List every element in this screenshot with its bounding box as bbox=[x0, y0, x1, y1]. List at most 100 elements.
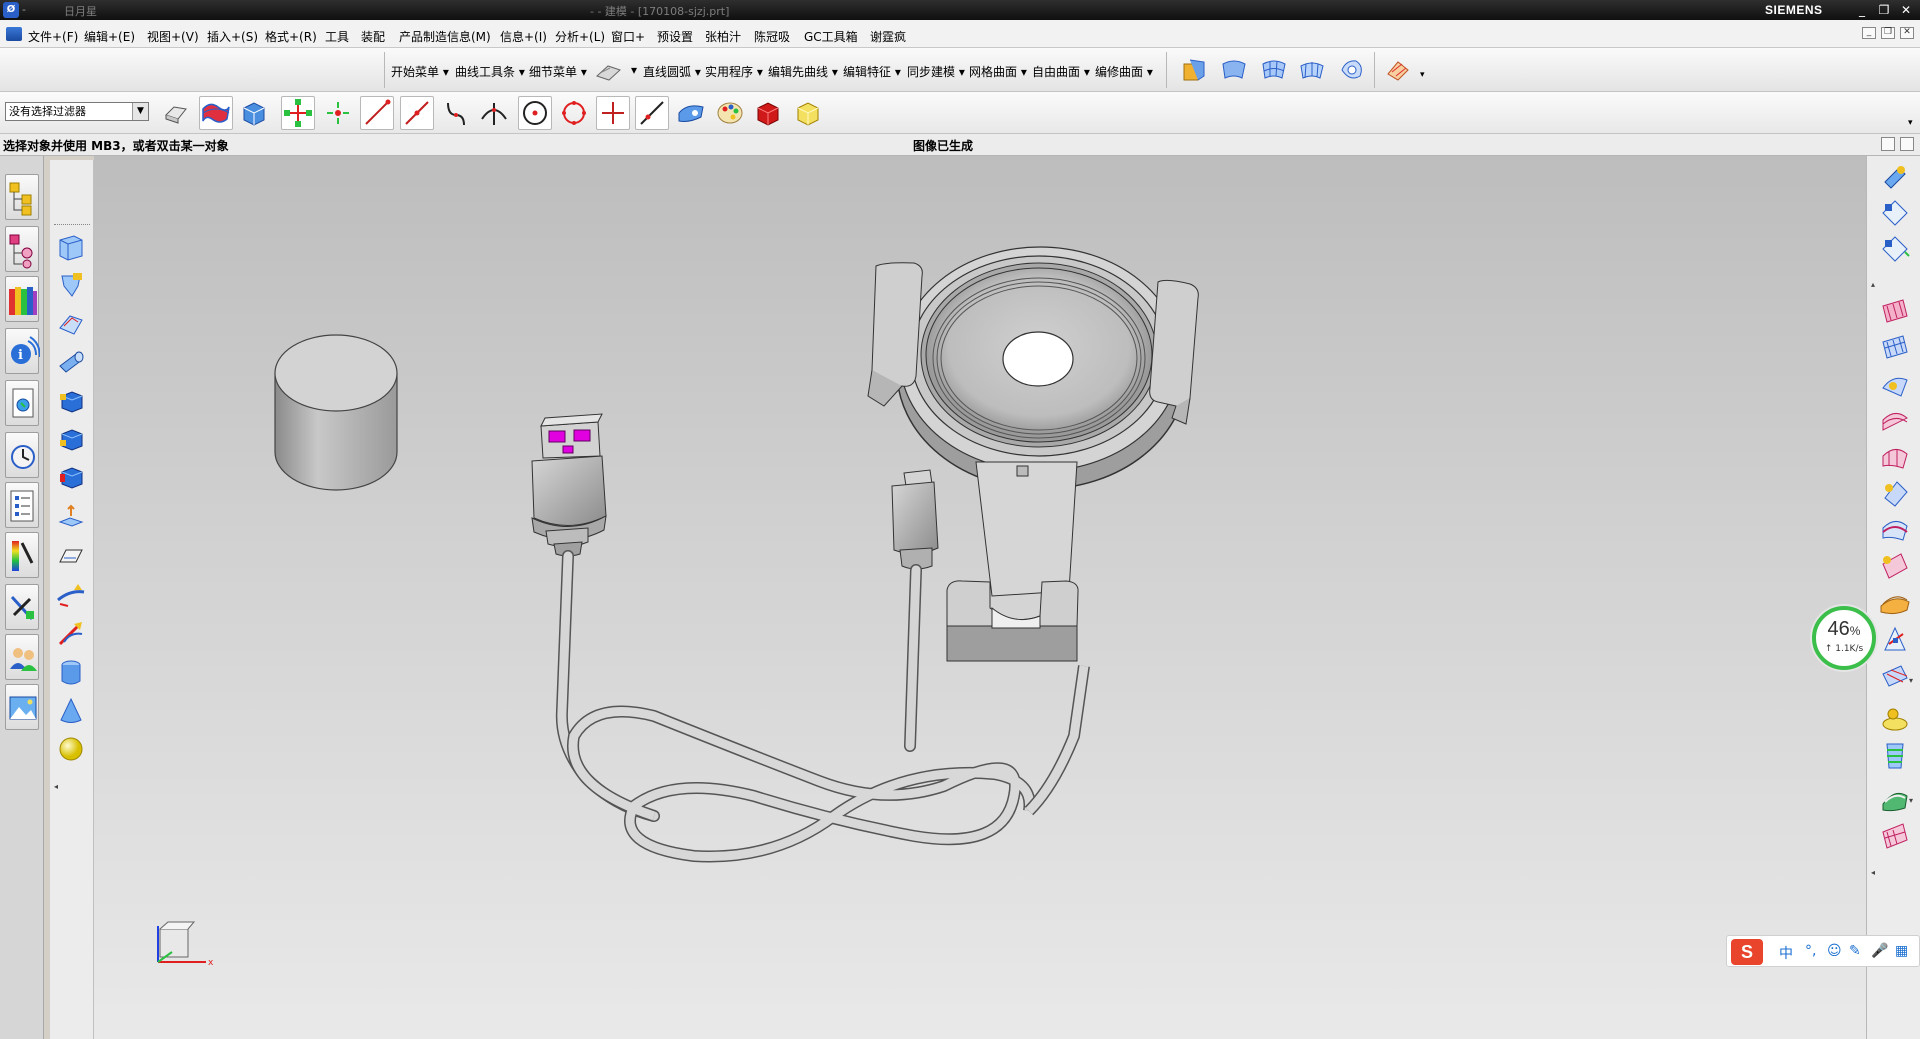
sync-modeling-button[interactable]: 同步建模 ▾ bbox=[907, 63, 965, 80]
select-face-button[interactable] bbox=[199, 96, 233, 130]
assembly-navigator-tab[interactable] bbox=[5, 174, 39, 220]
control-point-icon[interactable] bbox=[442, 99, 470, 127]
toolbox-icon[interactable]: ▦ bbox=[1895, 943, 1908, 959]
plane-dropdown[interactable]: ▾ bbox=[631, 63, 637, 77]
line-arc-button[interactable]: 直线圆弧 ▾ bbox=[643, 63, 701, 80]
sogou-logo-icon[interactable]: S bbox=[1731, 939, 1763, 965]
existing-point-button[interactable] bbox=[596, 96, 630, 130]
snap-general-button[interactable] bbox=[281, 96, 315, 130]
curve-mesh-icon[interactable] bbox=[1260, 56, 1288, 84]
history-tab[interactable] bbox=[5, 380, 39, 426]
edge-blend-icon[interactable] bbox=[56, 580, 86, 610]
snap-midpoint-button[interactable] bbox=[400, 96, 434, 130]
mesh-surface-button[interactable]: 网格曲面 ▾ bbox=[969, 63, 1027, 80]
network-speed-widget[interactable]: 46% ↑ 1.1K/s bbox=[1812, 606, 1876, 670]
menu-preferences[interactable]: 预设置 bbox=[657, 28, 693, 45]
doc-close-button[interactable]: ✕ bbox=[1900, 27, 1914, 39]
start-menu-button[interactable]: 开始菜单 ▾ bbox=[391, 63, 449, 80]
snap-endpoint-button[interactable] bbox=[360, 96, 394, 130]
menu-view[interactable]: 视图+(V) bbox=[147, 28, 199, 45]
usb-c-connector[interactable] bbox=[891, 469, 939, 570]
reuse-library-tab[interactable] bbox=[5, 276, 39, 322]
palette-tab[interactable] bbox=[5, 532, 39, 578]
rightbar-overflow-1[interactable]: ▴ bbox=[1871, 280, 1875, 289]
menu-analysis[interactable]: 分析+(L) bbox=[555, 28, 605, 45]
menu-insert[interactable]: 插入+(S) bbox=[207, 28, 258, 45]
curve-toolbar-button[interactable]: 曲线工具条 ▾ bbox=[455, 63, 525, 80]
command-finder-icon[interactable] bbox=[6, 27, 22, 41]
surface-3-icon[interactable] bbox=[1879, 234, 1911, 266]
surface-12-icon[interactable] bbox=[1879, 588, 1911, 620]
cylinder-part[interactable] bbox=[274, 334, 398, 491]
minimize-button[interactable]: _ bbox=[1852, 2, 1872, 18]
point-on-face-icon[interactable] bbox=[677, 99, 705, 127]
ime-language-toggle[interactable]: 中 bbox=[1779, 943, 1793, 963]
snap-center-button[interactable] bbox=[518, 96, 552, 130]
surface-2-icon[interactable] bbox=[1879, 198, 1911, 230]
visualization-tab[interactable] bbox=[5, 684, 39, 730]
surface-4-icon[interactable] bbox=[1879, 296, 1911, 328]
surface-8-icon[interactable] bbox=[1879, 442, 1911, 474]
free-surface-button[interactable]: 自由曲面 ▾ bbox=[1032, 63, 1090, 80]
surface-6-icon[interactable] bbox=[1879, 370, 1911, 402]
microphone-icon[interactable]: 🎤 bbox=[1871, 943, 1888, 959]
menu-assembly[interactable]: 装配 bbox=[361, 28, 385, 45]
surface-box-icon[interactable] bbox=[1180, 56, 1208, 84]
studio-surface-icon[interactable] bbox=[1298, 56, 1326, 84]
edit-feature-button[interactable]: 编辑特征 ▾ bbox=[843, 63, 901, 80]
app-logo-icon[interactable]: Ø bbox=[3, 2, 19, 18]
overflow-arrow[interactable]: ▾ bbox=[1420, 70, 1425, 80]
surface-1-icon[interactable] bbox=[1879, 162, 1911, 194]
emoji-icon[interactable]: ☺ bbox=[1827, 943, 1842, 959]
revolve-icon[interactable] bbox=[56, 270, 86, 300]
part-navigator-tab[interactable] bbox=[5, 226, 39, 272]
point-on-curve-button[interactable] bbox=[635, 96, 669, 130]
rightbar-overflow-2[interactable]: ◂ bbox=[1871, 868, 1875, 877]
n-sided-surface-icon[interactable] bbox=[1338, 56, 1366, 84]
tool-tab[interactable] bbox=[5, 584, 39, 630]
select-solid-icon[interactable] bbox=[240, 99, 268, 127]
quadrant-point-icon[interactable] bbox=[560, 99, 588, 127]
offset-icon[interactable] bbox=[56, 502, 86, 532]
rightbar-dropdown-1[interactable]: ▾ bbox=[1909, 676, 1913, 685]
menu-format[interactable]: 格式+(R) bbox=[265, 28, 317, 45]
menu-edit[interactable]: 编辑+(E) bbox=[84, 28, 135, 45]
tube-icon[interactable] bbox=[56, 346, 86, 376]
toolbar-overflow-arrow[interactable]: ▾ bbox=[1908, 118, 1913, 128]
usb-a-connector[interactable] bbox=[531, 413, 607, 557]
type-filter-select[interactable]: 没有选择过滤器 ▼ bbox=[5, 102, 149, 121]
menu-custom-1[interactable]: 张柏汁 bbox=[705, 28, 741, 45]
surface-18-icon[interactable] bbox=[1879, 820, 1911, 852]
cylinder-icon[interactable] bbox=[56, 658, 86, 688]
box-icon[interactable] bbox=[56, 462, 86, 492]
utilities-button[interactable]: 实用程序 ▾ bbox=[705, 63, 763, 80]
surface-17-icon[interactable] bbox=[1879, 784, 1911, 816]
color-palette-icon[interactable] bbox=[716, 99, 744, 127]
surface-7-icon[interactable] bbox=[1879, 406, 1911, 438]
surface-13-icon[interactable] bbox=[1879, 624, 1911, 656]
status-dock-button[interactable] bbox=[1881, 137, 1895, 151]
detail-menu-button[interactable]: 细节菜单 ▾ bbox=[529, 63, 587, 80]
roles-tab[interactable] bbox=[5, 634, 39, 680]
status-float-button[interactable] bbox=[1900, 137, 1914, 151]
through-curves-icon[interactable] bbox=[1220, 56, 1248, 84]
chamfer-icon[interactable] bbox=[56, 618, 86, 648]
yellow-cube-icon[interactable] bbox=[794, 99, 822, 127]
menu-gc-toolkit[interactable]: GC工具箱 bbox=[804, 28, 858, 45]
menu-window[interactable]: 窗口+ bbox=[611, 28, 645, 45]
ime-punctuation-toggle[interactable]: °, bbox=[1805, 943, 1816, 959]
menu-custom-2[interactable]: 陈冠吸 bbox=[754, 28, 790, 45]
handwriting-icon[interactable]: ✎ bbox=[1849, 943, 1861, 959]
sphere-icon[interactable] bbox=[56, 734, 86, 764]
menu-tools[interactable]: 工具 bbox=[325, 28, 349, 45]
snap-arrows-icon[interactable] bbox=[324, 99, 352, 127]
cylinder-face-icon[interactable] bbox=[56, 424, 86, 454]
clock-tab[interactable] bbox=[5, 432, 39, 478]
surface-16-icon[interactable] bbox=[1879, 740, 1911, 772]
restore-button[interactable]: ❐ bbox=[1874, 2, 1894, 18]
surface-9-icon[interactable] bbox=[1879, 478, 1911, 510]
system-materials-tab[interactable] bbox=[5, 482, 39, 528]
surface-analysis-icon[interactable] bbox=[1384, 56, 1412, 84]
menu-file[interactable]: 文件+(F) bbox=[28, 28, 78, 45]
web-browser-tab[interactable]: i bbox=[5, 328, 41, 374]
